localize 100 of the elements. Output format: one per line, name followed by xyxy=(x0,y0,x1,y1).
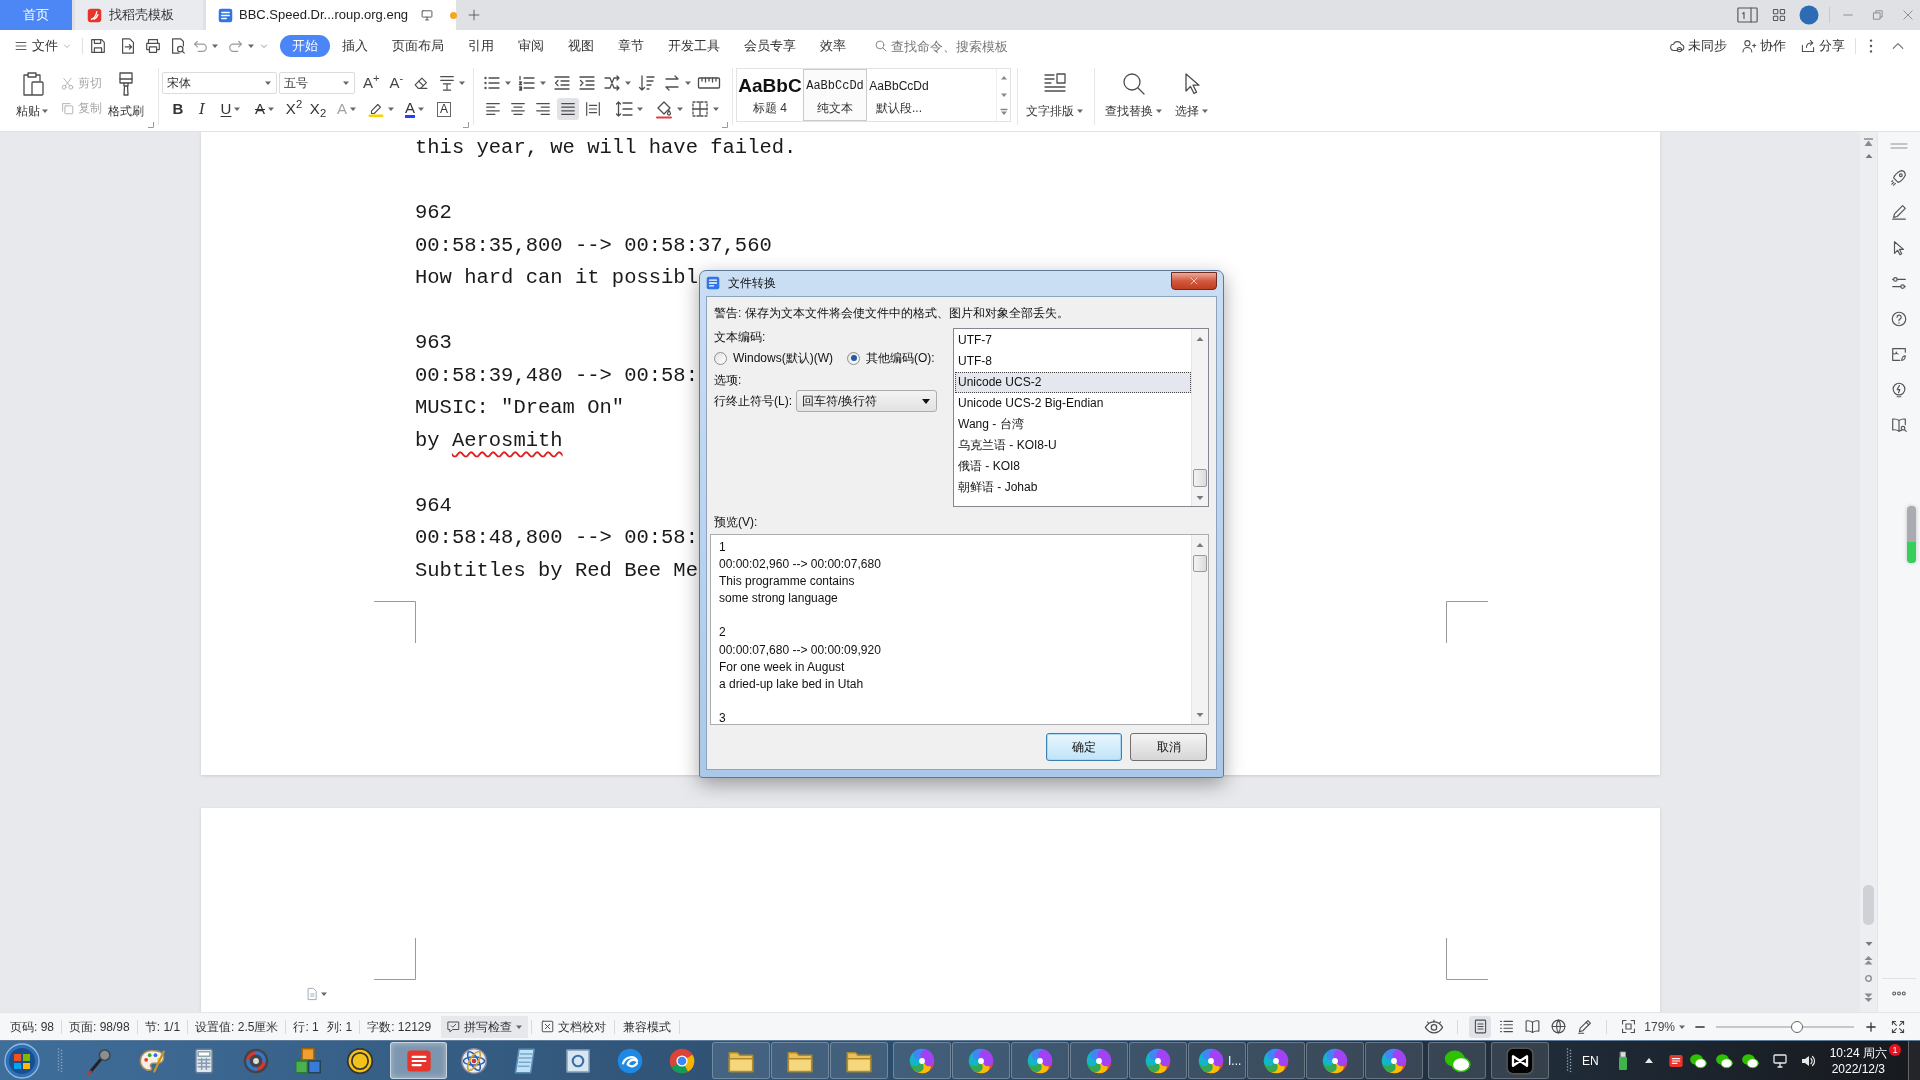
menu-tab[interactable]: 审阅 xyxy=(506,35,556,57)
rocket-icon[interactable] xyxy=(1890,167,1908,186)
fullscreen-icon[interactable] xyxy=(1890,1018,1906,1035)
line-spacing-button[interactable] xyxy=(614,99,644,119)
scroll-down-icon[interactable] xyxy=(1196,495,1204,501)
proofread-button[interactable]: 文档校对 xyxy=(535,1015,612,1038)
menu-tab[interactable]: 效率 xyxy=(808,35,858,57)
eye-icon[interactable] xyxy=(1424,1019,1445,1034)
swirl-icon[interactable] xyxy=(616,1046,644,1075)
collaborate-button[interactable]: 协作 xyxy=(1741,36,1786,56)
more-icon[interactable] xyxy=(1891,991,1907,996)
italic-button[interactable]: I xyxy=(192,98,212,120)
chat-bubbles-icon[interactable] xyxy=(1740,1051,1759,1070)
sliders-icon[interactable] xyxy=(1890,274,1908,292)
zoom-level-dropdown[interactable]: 179% xyxy=(1644,1017,1686,1036)
start-button[interactable] xyxy=(4,1042,40,1079)
sync-button[interactable]: 未同步 xyxy=(1669,36,1727,56)
ring-icon[interactable] xyxy=(346,1046,374,1075)
taskbar-button[interactable] xyxy=(1491,1042,1549,1079)
export-icon[interactable] xyxy=(119,37,137,55)
chat-bubbles-icon[interactable] xyxy=(1714,1051,1733,1070)
dialog-button[interactable]: 取消 xyxy=(1130,733,1207,761)
radio-button[interactable] xyxy=(847,351,860,365)
scrollbar[interactable] xyxy=(1191,329,1208,506)
bold-button[interactable]: B xyxy=(168,98,188,120)
clock-date[interactable]: 2022/12/3 xyxy=(1831,1060,1886,1077)
share-button[interactable]: 分享 xyxy=(1800,36,1845,56)
style-item[interactable]: AaBbCcDd 纯文本 xyxy=(803,69,867,121)
vertical-scrollbar[interactable] xyxy=(1860,132,1877,1012)
radio-label[interactable]: Windows(默认)(W) xyxy=(733,349,833,367)
menu-tab[interactable]: 会员专享 xyxy=(732,35,808,57)
taskbar-button[interactable] xyxy=(1428,1042,1486,1079)
panel-layout-icon[interactable] xyxy=(1737,7,1758,23)
shrink-font-button[interactable]: A$^{-}$ xyxy=(389,74,404,92)
close-button[interactable] xyxy=(1171,272,1217,290)
strikethrough-button[interactable]: A xyxy=(250,98,280,120)
zoom-slider[interactable] xyxy=(1716,1019,1854,1034)
taskbar-button[interactable]: I... xyxy=(1188,1042,1246,1079)
radio-label[interactable]: 其他编码(O): xyxy=(866,349,935,367)
bolt-icon[interactable] xyxy=(1890,380,1908,399)
increase-indent-icon[interactable] xyxy=(577,73,597,93)
find-replace-button[interactable]: 查找替换 xyxy=(1101,62,1167,119)
search-icon[interactable] xyxy=(874,39,888,53)
atom-icon[interactable] xyxy=(460,1046,488,1075)
superscript-button[interactable]: X$^{2}$ xyxy=(284,98,304,120)
menu-tab[interactable]: 章节 xyxy=(606,35,656,57)
menu-tab[interactable]: 页面布局 xyxy=(380,35,456,57)
segmented-circle-icon[interactable] xyxy=(668,1046,696,1075)
decrease-indent-icon[interactable] xyxy=(552,73,572,93)
dialog-button[interactable]: 确定 xyxy=(1046,733,1122,761)
grow-font-button[interactable]: A$^{+}$ xyxy=(363,74,380,92)
radio-button[interactable] xyxy=(714,351,727,365)
list-item[interactable]: Unicode UCS-2 xyxy=(955,372,1191,393)
style-item[interactable]: AaBbC 标题 4 xyxy=(737,69,803,121)
help-icon[interactable] xyxy=(1890,309,1908,328)
spell-check-button[interactable]: 拼写检查 xyxy=(441,1015,529,1038)
scrollbar-thumb[interactable] xyxy=(1193,555,1207,572)
menu-tab[interactable]: 视图 xyxy=(556,35,606,57)
borders-button[interactable] xyxy=(690,99,720,119)
subscript-button[interactable]: X$_{2}$ xyxy=(308,98,328,120)
menu-tab[interactable]: 引用 xyxy=(456,35,506,57)
document-icon[interactable] xyxy=(1667,1052,1684,1069)
tile-icon[interactable] xyxy=(564,1046,592,1075)
gallery-up-icon[interactable] xyxy=(999,74,1008,82)
line-ending-dropdown[interactable]: 回车符/换行符 xyxy=(796,390,937,412)
sort-icon[interactable] xyxy=(637,73,657,93)
scroll-to-top-icon[interactable] xyxy=(1864,138,1873,147)
format-painter-button[interactable]: 格式刷 xyxy=(105,71,147,119)
scroll-down-icon[interactable] xyxy=(1864,941,1873,947)
paste-button[interactable]: 粘贴 xyxy=(13,71,52,119)
next-page-icon[interactable] xyxy=(1864,993,1873,1002)
scroll-up-icon[interactable] xyxy=(1864,153,1873,159)
scrollbar[interactable] xyxy=(1191,535,1208,724)
underline-button[interactable]: U xyxy=(216,98,246,120)
print-preview-icon[interactable] xyxy=(169,37,187,55)
more-icon[interactable] xyxy=(1868,37,1874,55)
menu-tab[interactable]: 开发工具 xyxy=(656,35,732,57)
compatibility-mode-button[interactable]: 兼容模式 xyxy=(618,1015,677,1038)
view-mode-button[interactable] xyxy=(1469,1015,1492,1038)
usb-drive-icon[interactable] xyxy=(1616,1050,1629,1071)
scroll-down-icon[interactable] xyxy=(1196,712,1204,718)
dialog-launcher-icon[interactable] xyxy=(722,122,728,128)
image-leaf-icon[interactable] xyxy=(1890,345,1908,363)
scrollbar-thumb[interactable] xyxy=(1863,885,1874,925)
asian-layout-button[interactable] xyxy=(602,73,632,93)
blocks-icon[interactable] xyxy=(294,1046,322,1075)
fit-window-icon[interactable] xyxy=(1620,1018,1638,1035)
phonetic-guide-button[interactable] xyxy=(438,74,467,92)
grid-icon[interactable] xyxy=(1771,7,1787,23)
preview-text-area[interactable]: 1 00:00:02,960 --> 00:00:07,680 This programme contains some strong language 2 00:00:07,680 --> 00:00:09,920 For one week in August a dried-up lake bed in Utah 3 xyxy=(710,534,1209,725)
print-icon[interactable] xyxy=(144,37,162,55)
scroll-up-icon[interactable] xyxy=(1196,336,1204,342)
encoding-list[interactable]: UTF-7 UTF-8 Unicode UCS-2 Unicode UCS-2 Big-Endian Wang - 台湾 乌克兰语 - KOI8-U 俄语 - KOI8 朝鲜语 - Johab xyxy=(953,328,1209,507)
gallery-down-icon[interactable] xyxy=(999,91,1008,99)
align-button[interactable] xyxy=(557,98,579,120)
scrollbar-thumb[interactable] xyxy=(1193,469,1207,487)
zoom-in-icon[interactable] xyxy=(1864,1019,1878,1034)
gallery-more-icon[interactable] xyxy=(999,108,1008,116)
style-item[interactable]: AaBbCcDd 默认段... xyxy=(867,69,931,121)
language-indicator[interactable]: EN xyxy=(1582,1051,1599,1070)
